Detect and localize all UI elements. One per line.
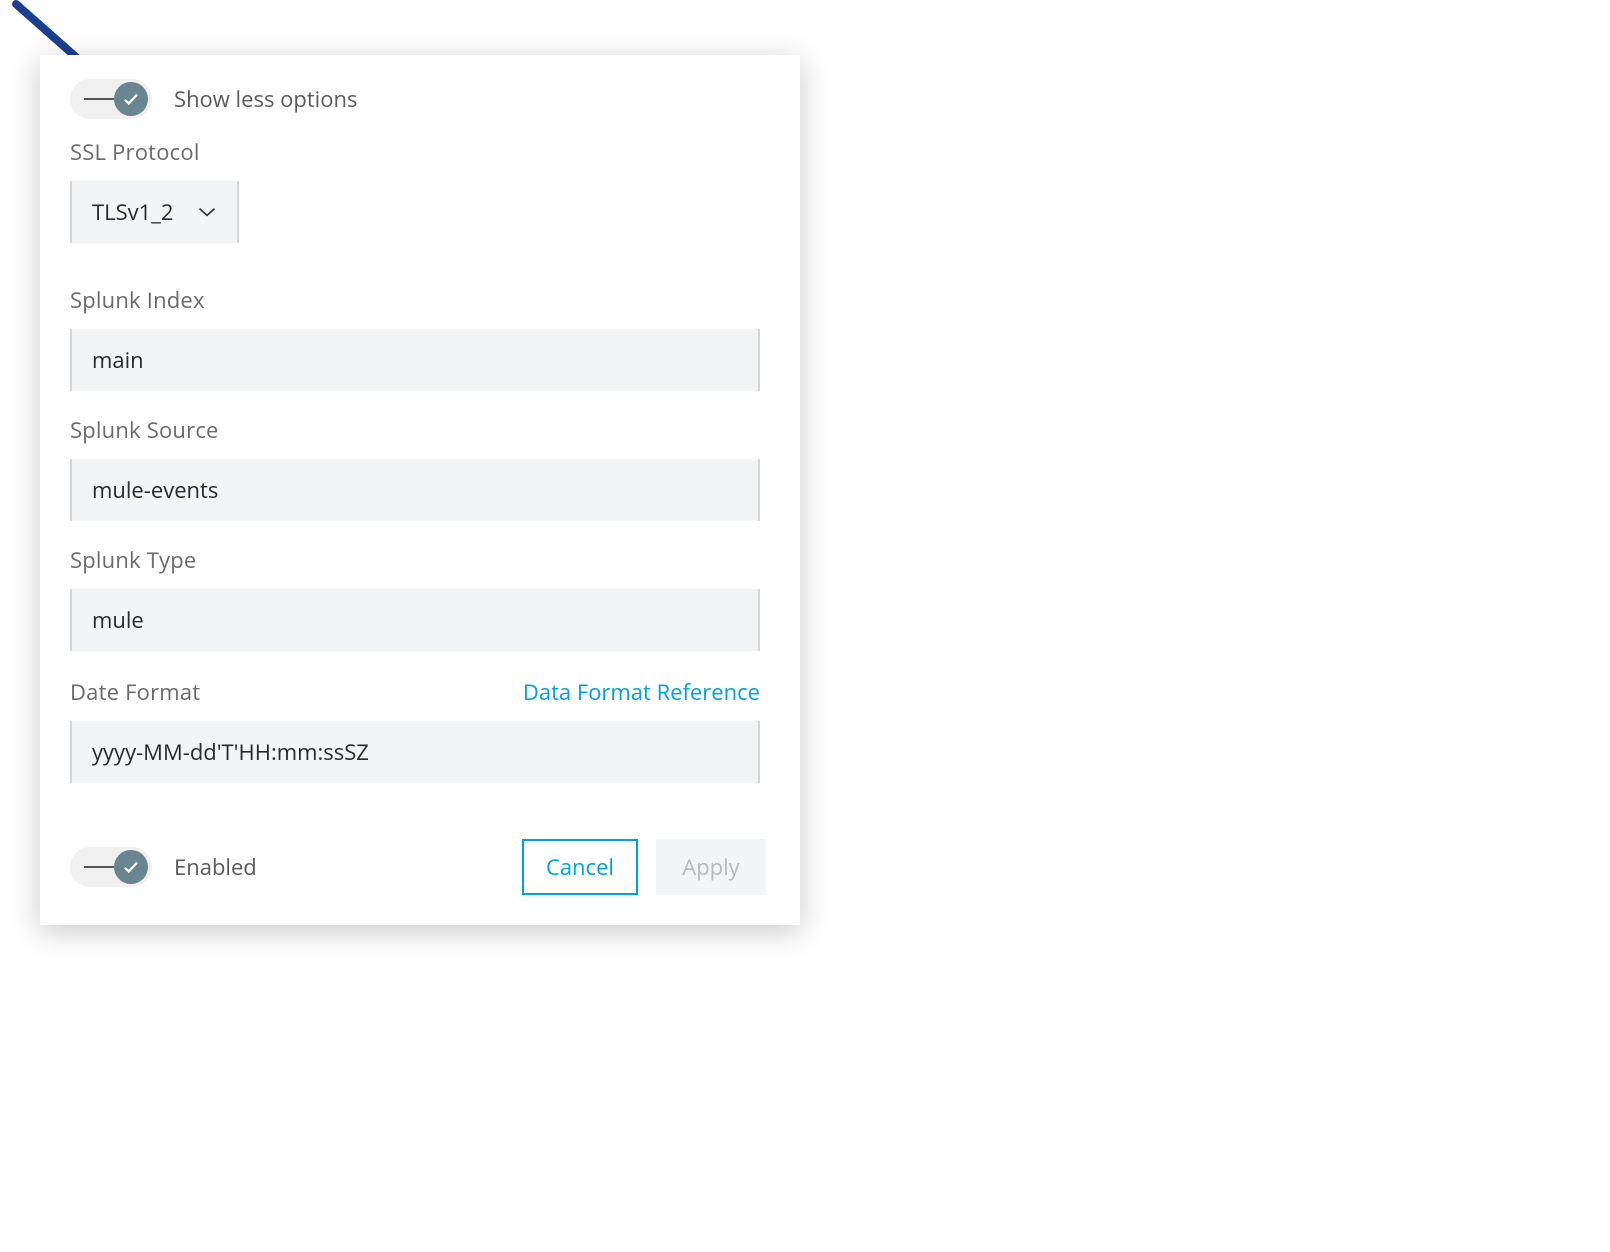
apply-button: Apply (656, 839, 766, 895)
toggle-knob (114, 850, 148, 884)
splunk-source-input[interactable]: mule-events (70, 459, 760, 521)
data-format-reference-link[interactable]: Data Format Reference (523, 677, 760, 707)
toggle-track-icon (84, 98, 118, 100)
splunk-index-input[interactable]: main (70, 329, 760, 391)
splunk-source-label: Splunk Source (70, 415, 770, 445)
show-options-label: Show less options (174, 84, 357, 114)
check-icon (122, 858, 140, 876)
ssl-protocol-select[interactable]: TLSv1_2 (70, 181, 239, 243)
date-format-label: Date Format (70, 677, 200, 707)
date-format-input[interactable]: yyyy-MM-dd'T'HH:mm:ssSZ (70, 721, 760, 783)
splunk-type-input[interactable]: mule (70, 589, 760, 651)
enabled-toggle[interactable] (70, 847, 152, 887)
toggle-track-icon (84, 866, 118, 868)
toggle-knob (114, 82, 148, 116)
splunk-index-label: Splunk Index (70, 285, 770, 315)
cancel-button[interactable]: Cancel (522, 839, 638, 895)
chevron-down-icon (197, 205, 237, 219)
enabled-label: Enabled (174, 852, 257, 882)
show-options-toggle[interactable] (70, 79, 152, 119)
ssl-protocol-label: SSL Protocol (70, 137, 770, 167)
options-panel: Show less options SSL Protocol TLSv1_2 S… (40, 55, 800, 925)
ssl-protocol-value: TLSv1_2 (72, 197, 197, 227)
check-icon (122, 90, 140, 108)
splunk-type-label: Splunk Type (70, 545, 770, 575)
